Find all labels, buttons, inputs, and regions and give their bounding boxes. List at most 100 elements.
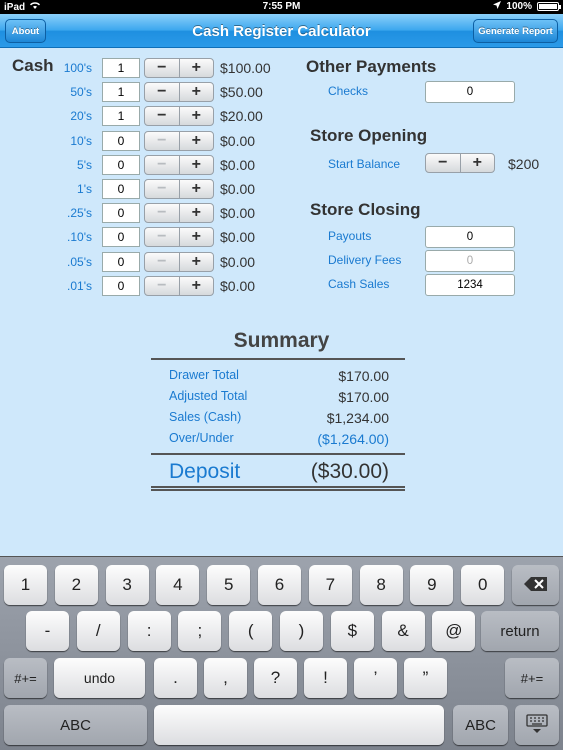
number-key[interactable]: 3	[105, 565, 149, 605]
punctuation-key[interactable]: !	[304, 658, 347, 698]
punctuation-key[interactable]: .	[154, 658, 197, 698]
quantity-stepper[interactable]: − +	[144, 179, 214, 199]
number-key[interactable]: 8	[359, 565, 403, 605]
start-balance-stepper[interactable]: − +	[425, 153, 495, 173]
cash-sales-field[interactable]: 1234	[425, 274, 515, 296]
increment-button[interactable]: +	[180, 132, 214, 150]
decrement-button[interactable]: −	[145, 107, 180, 126]
quantity-field[interactable]: 1	[102, 106, 140, 127]
number-key[interactable]: 6	[258, 565, 301, 605]
summary-label: Drawer Total	[169, 368, 239, 382]
abc-key-left[interactable]: ABC	[4, 705, 147, 745]
symbol-key[interactable]: :	[127, 611, 171, 651]
decrement-button[interactable]: −	[145, 155, 180, 174]
symbol-key[interactable]: /	[76, 611, 120, 651]
summary-value: $170.00	[338, 389, 389, 405]
summary-heading: Summary	[233, 329, 330, 352]
summary-label: Sales (Cash)	[169, 410, 242, 424]
denomination-amount: $0.00	[220, 205, 256, 222]
decrement-button[interactable]: −	[145, 276, 180, 295]
decrement-button[interactable]: −	[145, 204, 180, 223]
store-closing-heading: Store Closing	[310, 200, 421, 219]
abc-key-right[interactable]: ABC	[453, 705, 508, 745]
quantity-field[interactable]: 1	[102, 58, 140, 78]
increment-button[interactable]: +	[180, 83, 214, 101]
undo-key[interactable]: undo	[54, 658, 145, 698]
other-payments-heading: Other Payments	[306, 57, 437, 76]
start-balance-plus-button[interactable]: +	[461, 154, 495, 172]
more-symbols-key-right[interactable]: #+=	[505, 658, 559, 698]
payouts-label: Payouts	[328, 229, 372, 243]
quantity-field[interactable]: 0	[102, 179, 140, 199]
quantity-stepper[interactable]: − +	[144, 251, 214, 272]
punctuation-key[interactable]: ’	[354, 658, 397, 698]
symbol-key[interactable]: $	[330, 611, 374, 651]
symbol-key[interactable]: @	[432, 611, 476, 651]
checks-field[interactable]: 0	[425, 81, 515, 103]
increment-button[interactable]: +	[180, 107, 214, 125]
quantity-field[interactable]: 0	[102, 130, 140, 151]
quantity-stepper[interactable]: − +	[144, 82, 214, 103]
decrement-button[interactable]: −	[145, 83, 180, 102]
number-key[interactable]: 2	[54, 565, 98, 605]
symbol-key[interactable]: &	[381, 611, 425, 651]
quantity-stepper[interactable]: − +	[144, 106, 214, 127]
denomination-label: .10's	[67, 230, 92, 245]
backspace-key[interactable]	[512, 565, 559, 605]
cash-sales-label: Cash Sales	[328, 277, 390, 291]
number-key[interactable]: 1	[4, 565, 47, 605]
increment-button[interactable]: +	[180, 277, 214, 295]
quantity-stepper[interactable]: − +	[144, 130, 214, 151]
decrement-button[interactable]: −	[145, 228, 180, 247]
symbol-key[interactable]: )	[280, 611, 323, 651]
increment-button[interactable]: +	[180, 228, 214, 246]
number-key[interactable]: 7	[308, 565, 352, 605]
number-key[interactable]: 0	[461, 565, 505, 605]
start-balance-minus-button[interactable]: −	[426, 154, 461, 172]
quantity-field[interactable]: 0	[102, 251, 140, 272]
return-key[interactable]: return	[481, 611, 559, 651]
status-time: 7:55 PM	[262, 1, 301, 12]
decrement-button[interactable]: −	[145, 59, 180, 77]
punctuation-key[interactable]: ?	[254, 658, 297, 698]
quantity-field[interactable]: 0	[102, 203, 140, 224]
denomination-label: 5's	[77, 157, 92, 172]
store-opening-heading: Store Opening	[310, 126, 428, 145]
quantity-stepper[interactable]: − +	[144, 227, 214, 248]
space-key[interactable]	[154, 705, 444, 745]
more-symbols-key-left[interactable]: #+=	[4, 658, 47, 698]
decrement-button[interactable]: −	[145, 252, 180, 271]
symbol-key[interactable]: ;	[178, 611, 222, 651]
symbol-key[interactable]: -	[26, 611, 69, 651]
generate-report-button[interactable]: Generate Report	[473, 19, 558, 43]
summary-value: $1,234.00	[326, 410, 389, 426]
keyboard-dismiss-key[interactable]	[515, 705, 559, 745]
decrement-button[interactable]: −	[145, 180, 180, 198]
decrement-button[interactable]: −	[145, 131, 180, 150]
number-key[interactable]: 9	[410, 565, 454, 605]
symbol-key[interactable]: (	[229, 611, 273, 651]
denomination-label: 100's	[63, 61, 92, 75]
quantity-field[interactable]: 0	[102, 227, 140, 248]
number-key[interactable]: 5	[207, 565, 251, 605]
quantity-field[interactable]: 0	[102, 275, 140, 296]
denomination-label: .25's	[67, 206, 92, 221]
punctuation-key[interactable]: ”	[404, 658, 447, 698]
increment-button[interactable]: +	[180, 180, 214, 198]
quantity-stepper[interactable]: − +	[144, 275, 214, 296]
increment-button[interactable]: +	[180, 156, 214, 174]
denomination-amount: $0.00	[220, 229, 256, 246]
quantity-field[interactable]: 0	[102, 154, 140, 175]
quantity-stepper[interactable]: − +	[144, 58, 214, 78]
increment-button[interactable]: +	[180, 204, 214, 222]
quantity-stepper[interactable]: − +	[144, 203, 214, 224]
increment-button[interactable]: +	[180, 253, 214, 271]
quantity-field[interactable]: 1	[102, 82, 140, 103]
backspace-icon	[523, 576, 548, 594]
number-key[interactable]: 4	[156, 565, 200, 605]
delivery-fees-field[interactable]: 0	[425, 250, 515, 272]
quantity-stepper[interactable]: − +	[144, 154, 214, 175]
punctuation-key[interactable]: ,	[204, 658, 247, 698]
payouts-field[interactable]: 0	[425, 226, 515, 248]
increment-button[interactable]: +	[180, 59, 214, 77]
